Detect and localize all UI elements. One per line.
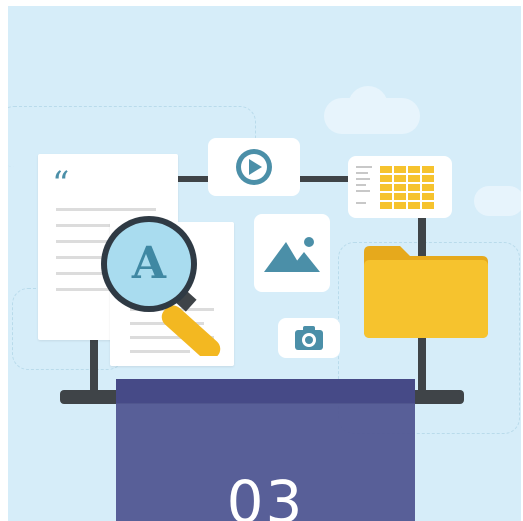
overlay-top-strip — [116, 379, 415, 403]
magnifier-letter: A — [131, 238, 167, 289]
spreadsheet-card — [348, 156, 452, 218]
magnifier-graphic — [101, 216, 221, 361]
illustration-frame: “ A 03 — [8, 6, 521, 521]
connector-line — [298, 176, 354, 182]
cloud — [348, 86, 388, 126]
video-card — [208, 138, 300, 196]
camera-icon — [295, 326, 323, 350]
magnifier-icon: A — [94, 216, 264, 361]
camera-card — [278, 318, 340, 358]
image-card — [254, 214, 330, 292]
play-icon — [236, 149, 272, 185]
quote-mark: “ — [52, 164, 70, 204]
spreadsheet-icon — [356, 166, 434, 209]
text-line — [56, 208, 156, 211]
folder-icon — [364, 246, 488, 338]
image-mountains-icon — [264, 237, 320, 272]
cloud — [474, 186, 521, 216]
folder-graphic — [364, 246, 488, 338]
overlay-number: 03 — [226, 468, 305, 521]
